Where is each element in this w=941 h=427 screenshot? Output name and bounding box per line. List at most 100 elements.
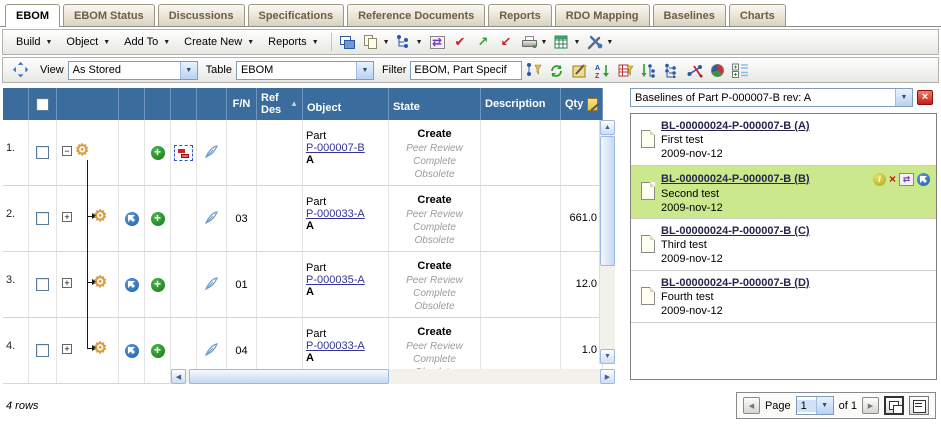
paste-structure-icon[interactable]: [394, 32, 415, 52]
header-fn[interactable]: F/N: [227, 88, 257, 120]
horizontal-scrollbar[interactable]: ◀ ▶: [171, 369, 615, 384]
tab-reference-documents[interactable]: Reference Documents: [347, 4, 485, 26]
header-qty[interactable]: Qty: [561, 88, 603, 120]
baseline-list-item-selected[interactable]: BL-00000024-P-000007-B (B) i × ⇄ Second …: [631, 166, 936, 219]
view-select[interactable]: As Stored ▼: [68, 61, 198, 80]
baseline-link[interactable]: BL-00000024-P-000007-B (B): [661, 173, 810, 185]
sort-az-icon[interactable]: AZ: [592, 60, 613, 80]
collapse-icon[interactable]: −: [62, 146, 72, 156]
prev-page-button[interactable]: ◀: [743, 397, 760, 414]
close-panel-button[interactable]: ×: [917, 90, 933, 105]
chevron-down-icon[interactable]: ▼: [416, 39, 423, 46]
header-description[interactable]: Description: [481, 88, 561, 120]
edit-feather-icon[interactable]: [204, 342, 219, 360]
menu-build[interactable]: Build▼: [9, 34, 59, 50]
chevron-down-icon[interactable]: ▼: [606, 39, 613, 46]
scroll-up-icon[interactable]: ▲: [600, 120, 615, 135]
multi-frame-view-button[interactable]: [884, 396, 904, 415]
header-state[interactable]: State: [389, 88, 481, 120]
baseline-list-item[interactable]: BL-00000024-P-000007-B (D) Fourth test 2…: [631, 271, 936, 323]
row-checkbox[interactable]: [36, 212, 49, 225]
scroll-right-icon[interactable]: ▶: [600, 369, 615, 384]
disconnect-icon[interactable]: [684, 60, 705, 80]
baseline-link[interactable]: BL-00000024-P-000007-B (A): [661, 120, 810, 132]
menu-create-new[interactable]: Create New▼: [177, 34, 261, 50]
expand-icon[interactable]: +: [62, 344, 72, 354]
compare-icon[interactable]: ⇄: [899, 173, 914, 186]
add-icon[interactable]: +: [151, 212, 165, 226]
chevron-down-icon[interactable]: ▼: [383, 39, 390, 46]
baseline-filter-select[interactable]: Baselines of Part P-000007-B rev: A ▼: [630, 88, 913, 107]
baseline-list-item[interactable]: BL-00000024-P-000007-B (A) First test 20…: [631, 114, 936, 166]
header-object[interactable]: Object: [303, 88, 389, 120]
thumbnail-icon[interactable]: [174, 145, 193, 161]
vertical-scrollbar[interactable]: ▲ ▼: [599, 120, 615, 364]
scrollbar-thumb[interactable]: [189, 369, 389, 384]
print-icon[interactable]: [519, 32, 540, 52]
object-link[interactable]: P-000035-A: [306, 274, 385, 286]
demote-icon[interactable]: ↙: [496, 32, 517, 52]
filter-input[interactable]: [410, 61, 522, 80]
tab-baselines[interactable]: Baselines: [653, 4, 726, 26]
validate-check-icon[interactable]: ✔: [450, 32, 471, 52]
chevron-down-icon[interactable]: ▼: [541, 39, 548, 46]
edit-feather-icon[interactable]: [204, 210, 219, 228]
filter-structure-icon[interactable]: [523, 60, 544, 80]
edit-feather-icon[interactable]: [204, 144, 219, 162]
header-refdes[interactable]: Ref Des▲: [257, 88, 303, 120]
frames-view-icon[interactable]: [338, 32, 359, 52]
object-link[interactable]: P-000033-A: [306, 340, 385, 352]
tab-reports[interactable]: Reports: [488, 4, 552, 26]
structure-levels-icon[interactable]: [661, 60, 682, 80]
chevron-down-icon[interactable]: ▼: [573, 39, 580, 46]
scrollbar-thumb[interactable]: [600, 136, 615, 266]
edit-mode-icon[interactable]: [569, 60, 590, 80]
mass-edit-icon[interactable]: [587, 98, 598, 111]
chart-icon[interactable]: [707, 60, 728, 80]
baseline-link[interactable]: BL-00000024-P-000007-B (D): [661, 277, 810, 289]
tab-ebom[interactable]: EBOM: [5, 4, 60, 26]
object-link[interactable]: P-000033-A: [306, 208, 385, 220]
tab-charts[interactable]: Charts: [729, 4, 786, 26]
baseline-list-item[interactable]: BL-00000024-P-000007-B (C) Third test 20…: [631, 219, 936, 271]
page-select[interactable]: 1 ▼: [796, 396, 834, 415]
row-checkbox[interactable]: [36, 344, 49, 357]
baseline-link[interactable]: BL-00000024-P-000007-B (C): [661, 225, 810, 237]
delete-icon[interactable]: ×: [889, 172, 896, 186]
add-icon[interactable]: +: [151, 278, 165, 292]
promote-icon[interactable]: ↗: [473, 32, 494, 52]
scroll-down-icon[interactable]: ▼: [600, 349, 615, 364]
menu-add-to[interactable]: Add To▼: [117, 34, 177, 50]
goto-icon[interactable]: [125, 344, 139, 358]
next-page-button[interactable]: ▶: [862, 397, 879, 414]
export-table-icon[interactable]: [551, 32, 572, 52]
menu-object[interactable]: Object▼: [59, 34, 117, 50]
menu-reports[interactable]: Reports▼: [261, 34, 325, 50]
tab-ebom-status[interactable]: EBOM Status: [63, 4, 155, 26]
edit-feather-icon[interactable]: [204, 276, 219, 294]
add-icon[interactable]: +: [151, 146, 165, 160]
add-icon[interactable]: +: [151, 344, 165, 358]
compare-icon[interactable]: ⇄: [427, 32, 448, 52]
copy-icon[interactable]: [361, 32, 382, 52]
tab-specifications[interactable]: Specifications: [248, 4, 345, 26]
tools-icon[interactable]: [584, 32, 605, 52]
expand-levels-icon[interactable]: [730, 60, 751, 80]
object-link[interactable]: P-000007-B: [306, 142, 385, 154]
remove-filter-icon[interactable]: [615, 60, 636, 80]
table-select[interactable]: EBOM ▼: [236, 61, 374, 80]
goto-icon[interactable]: [125, 278, 139, 292]
scroll-left-icon[interactable]: ◀: [171, 369, 186, 384]
refresh-icon[interactable]: [546, 60, 567, 80]
info-icon[interactable]: i: [873, 173, 886, 186]
sort-structure-icon[interactable]: [638, 60, 659, 80]
goto-icon[interactable]: [125, 212, 139, 226]
expand-icon[interactable]: +: [62, 212, 72, 222]
tab-discussions[interactable]: Discussions: [158, 4, 245, 26]
expand-icon[interactable]: +: [62, 278, 72, 288]
expand-all-icon[interactable]: [10, 60, 31, 80]
select-all-checkbox[interactable]: [36, 98, 49, 111]
row-checkbox[interactable]: [36, 146, 49, 159]
row-checkbox[interactable]: [36, 278, 49, 291]
single-view-button[interactable]: [909, 396, 929, 415]
